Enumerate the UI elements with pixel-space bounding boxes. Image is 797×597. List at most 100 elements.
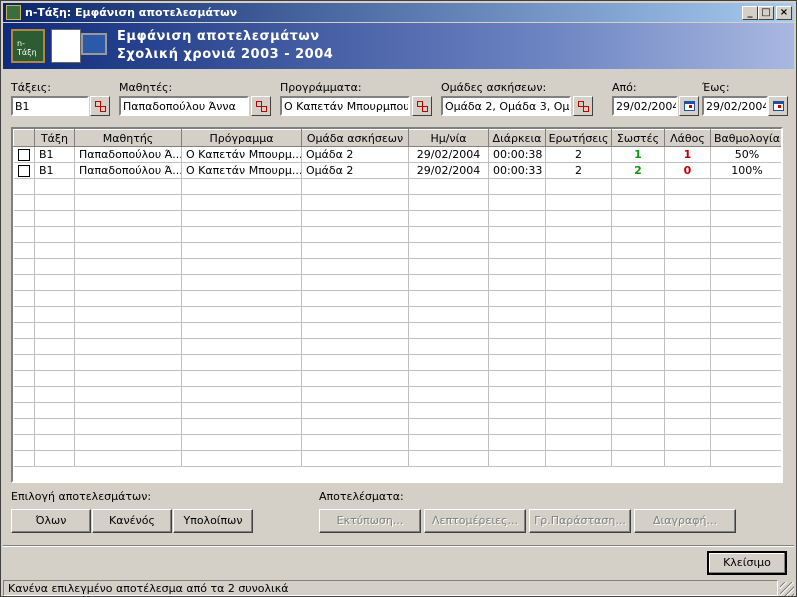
col-header-class[interactable]: Τάξη <box>34 129 75 147</box>
select-all-button[interactable]: Όλων <box>11 509 91 533</box>
results-grid[interactable]: Τάξη Μαθητής Πρόγραμμα Ομάδα ασκήσεων Ημ… <box>11 127 783 483</box>
table-row[interactable]: Β1 Παπαδοπούλου Ά... Ο Καπετάν Μπουρμ...… <box>13 146 781 163</box>
empty-cell <box>664 370 711 387</box>
empty-cell <box>408 386 489 403</box>
empty-cell <box>408 338 489 355</box>
col-header-student[interactable]: Μαθητής <box>74 129 182 147</box>
chalkboard-icon: n-Τάξη <box>11 29 45 63</box>
programs-picker-button[interactable] <box>412 96 432 116</box>
empty-cell <box>181 402 302 419</box>
window-title: n-Τάξη: Εμφάνιση αποτελεσμάτων <box>25 6 238 19</box>
empty-cell <box>301 258 409 275</box>
empty-cell <box>408 258 489 275</box>
details-button[interactable]: Λεπτομέρειες... <box>424 509 526 533</box>
close-button[interactable]: Κλείσιμο <box>707 551 787 575</box>
students-label: Μαθητές: <box>119 81 173 94</box>
title-bar[interactable]: n-Τάξη: Εμφάνιση αποτελεσμάτων _ □ × <box>3 3 794 22</box>
cell-correct: 2 <box>611 162 665 179</box>
col-header-group[interactable]: Ομάδα ασκήσεων <box>301 129 409 147</box>
from-calendar-button[interactable] <box>679 96 699 116</box>
empty-row <box>13 370 781 387</box>
col-header-duration[interactable]: Διάρκεια <box>488 129 546 147</box>
empty-cell <box>664 274 711 291</box>
empty-row <box>13 402 781 419</box>
empty-cell <box>13 306 35 323</box>
empty-row <box>13 386 781 403</box>
classes-picker-button[interactable] <box>90 96 110 116</box>
col-header-program[interactable]: Πρόγραμμα <box>181 129 302 147</box>
classes-field[interactable]: Β1 <box>11 96 89 116</box>
empty-cell <box>13 226 35 243</box>
delete-button[interactable]: Διαγραφή... <box>634 509 736 533</box>
empty-cell <box>488 258 546 275</box>
empty-cell <box>611 322 665 339</box>
close-window-button[interactable]: × <box>776 6 792 20</box>
empty-row <box>13 178 781 195</box>
empty-cell <box>74 418 182 435</box>
empty-cell <box>488 434 546 451</box>
empty-cell <box>664 306 711 323</box>
cell-wrong: 1 <box>664 146 711 163</box>
col-header-questions[interactable]: Ερωτήσεις <box>545 129 612 147</box>
empty-cell <box>664 354 711 371</box>
select-rest-button[interactable]: Υπολοίπων <box>173 509 253 533</box>
empty-cell <box>34 306 75 323</box>
banner-subtitle: Σχολική χρονιά 2003 - 2004 <box>117 47 334 62</box>
exercise-groups-picker-button[interactable] <box>573 96 593 116</box>
empty-row <box>13 226 781 243</box>
empty-cell <box>545 210 612 227</box>
cell-date: 29/02/2004 <box>408 162 489 179</box>
empty-cell <box>710 370 781 387</box>
maximize-button[interactable]: □ <box>758 6 774 20</box>
to-label: Έως: <box>702 81 730 94</box>
col-header-wrong[interactable]: Λάθος <box>664 129 711 147</box>
empty-cell <box>664 450 711 467</box>
col-header-correct[interactable]: Σωστές <box>611 129 665 147</box>
print-button[interactable]: Εκτύπωση... <box>319 509 421 533</box>
students-field[interactable]: Παπαδοπούλου Άννα <box>119 96 249 116</box>
empty-cell <box>408 210 489 227</box>
col-header-select[interactable] <box>13 129 35 147</box>
empty-cell <box>74 402 182 419</box>
students-picker-button[interactable] <box>251 96 271 116</box>
empty-cell <box>545 338 612 355</box>
row-checkbox[interactable] <box>17 165 30 177</box>
empty-cell <box>611 354 665 371</box>
col-header-score[interactable]: Βαθμολογία <box>710 129 781 147</box>
empty-cell <box>34 402 75 419</box>
col-header-date[interactable]: Ημ/νία <box>408 129 489 147</box>
exercise-groups-field[interactable]: Ομάδα 2, Ομάδα 3, Ομάδ <box>441 96 571 116</box>
select-none-button[interactable]: Κανένός <box>92 509 172 533</box>
empty-cell <box>13 258 35 275</box>
empty-cell <box>181 386 302 403</box>
table-row[interactable]: Β1 Παπαδοπούλου Ά... Ο Καπετάν Μπουρμ...… <box>13 162 781 179</box>
empty-cell <box>181 418 302 435</box>
empty-cell <box>611 338 665 355</box>
empty-cell <box>488 178 546 195</box>
resize-grip[interactable] <box>780 582 794 596</box>
empty-cell <box>710 194 781 211</box>
empty-cell <box>301 274 409 291</box>
empty-cell <box>488 306 546 323</box>
empty-cell <box>408 274 489 291</box>
empty-cell <box>488 450 546 467</box>
programs-label: Προγράμματα: <box>280 81 362 94</box>
empty-cell <box>181 450 302 467</box>
from-date-field[interactable]: 29/02/2004 <box>612 96 678 116</box>
empty-cell <box>611 274 665 291</box>
empty-cell <box>664 402 711 419</box>
empty-cell <box>664 194 711 211</box>
cell-class: Β1 <box>34 162 75 179</box>
cell-student: Παπαδοπούλου Ά... <box>74 146 182 163</box>
row-checkbox[interactable] <box>17 149 30 161</box>
programs-field[interactable]: Ο Καπετάν Μπουρμπουλή <box>280 96 410 116</box>
cell-program: Ο Καπετάν Μπουρμ... <box>181 162 302 179</box>
empty-cell <box>408 418 489 435</box>
minimize-button[interactable]: _ <box>742 6 758 20</box>
empty-cell <box>408 306 489 323</box>
empty-cell <box>664 226 711 243</box>
to-date-field[interactable]: 29/02/2004 <box>702 96 768 116</box>
to-calendar-button[interactable] <box>768 96 788 116</box>
empty-cell <box>34 226 75 243</box>
chart-button[interactable]: Γρ.Παράσταση... <box>529 509 631 533</box>
